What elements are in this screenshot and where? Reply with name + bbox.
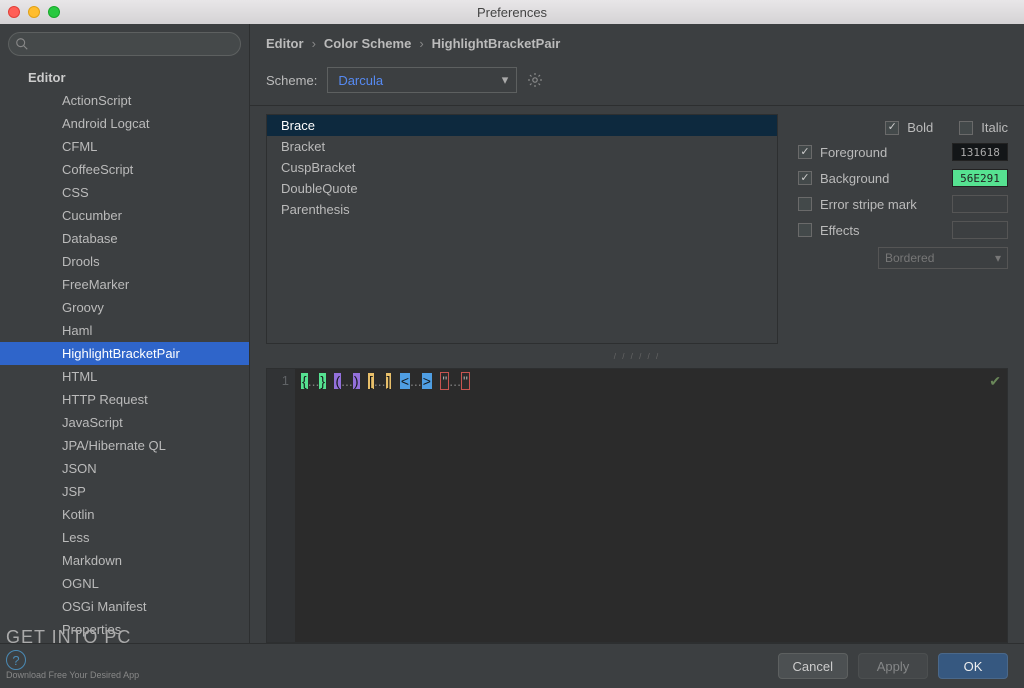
effects-type-select: Bordered ▾ — [878, 247, 1008, 269]
bracket-type-list[interactable]: BraceBracketCuspBracketDoubleQuoteParent… — [266, 114, 778, 344]
gear-icon[interactable] — [527, 72, 543, 88]
tree-item[interactable]: JSON — [0, 457, 249, 480]
breadcrumb: Editor › Color Scheme › HighlightBracket… — [250, 24, 1024, 63]
bracket-list-item[interactable]: CuspBracket — [267, 157, 777, 178]
crumb-color-scheme[interactable]: Color Scheme — [324, 36, 411, 51]
italic-checkbox[interactable] — [959, 121, 973, 135]
ok-button[interactable]: OK — [938, 653, 1008, 679]
tree-root-editor[interactable]: Editor — [0, 66, 249, 89]
tree-item[interactable]: HighlightBracketPair — [0, 342, 249, 365]
tree-item[interactable]: ActionScript — [0, 89, 249, 112]
tree-item[interactable]: Less — [0, 526, 249, 549]
maximize-button[interactable] — [48, 6, 60, 18]
tree-item[interactable]: Properties — [0, 618, 249, 641]
effects-checkbox[interactable] — [798, 223, 812, 237]
tree-item[interactable]: Haml — [0, 319, 249, 342]
sidebar: Editor ActionScriptAndroid LogcatCFMLCof… — [0, 24, 250, 643]
bracket-list-item[interactable]: Parenthesis — [267, 199, 777, 220]
tree-item[interactable]: HTML — [0, 365, 249, 388]
apply-button: Apply — [858, 653, 928, 679]
cancel-button[interactable]: Cancel — [778, 653, 848, 679]
chevron-down-icon: ▾ — [995, 251, 1001, 265]
tree-item[interactable]: Android Logcat — [0, 112, 249, 135]
code-preview: {...} (...) [...] <...> "..." — [295, 369, 1007, 642]
scheme-label: Scheme: — [266, 73, 317, 88]
foreground-color-swatch[interactable]: 131618 — [952, 143, 1008, 161]
text-attributes-panel: Bold Italic Foreground 131618 Background… — [798, 114, 1008, 344]
bold-checkbox[interactable] — [885, 121, 899, 135]
preview-editor[interactable]: 1 {...} (...) [...] <...> "..." ✔ — [266, 368, 1008, 643]
check-icon: ✔ — [989, 373, 1001, 390]
tree-item[interactable]: CFML — [0, 135, 249, 158]
splitter[interactable]: / / / / / / — [266, 352, 1008, 360]
effects-color-swatch[interactable] — [952, 221, 1008, 239]
search-icon — [15, 37, 29, 51]
settings-tree[interactable]: Editor ActionScriptAndroid LogcatCFMLCof… — [0, 64, 249, 643]
tree-item[interactable]: Cucumber — [0, 204, 249, 227]
crumb-editor[interactable]: Editor — [266, 36, 304, 51]
foreground-checkbox[interactable] — [798, 145, 812, 159]
tree-item[interactable]: JPA/Hibernate QL — [0, 434, 249, 457]
background-label: Background — [820, 171, 944, 186]
chevron-right-icon: › — [419, 36, 423, 51]
dialog-footer: Cancel Apply OK — [0, 643, 1024, 688]
tree-item[interactable]: JavaScript — [0, 411, 249, 434]
error-stripe-checkbox[interactable] — [798, 197, 812, 211]
error-stripe-color-swatch[interactable] — [952, 195, 1008, 213]
tree-item[interactable]: OSGi Manifest — [0, 595, 249, 618]
bracket-list-item[interactable]: Brace — [267, 115, 777, 136]
minimize-button[interactable] — [28, 6, 40, 18]
chevron-right-icon: › — [312, 36, 316, 51]
tree-item[interactable]: OGNL — [0, 572, 249, 595]
effects-type-value: Bordered — [885, 251, 934, 265]
italic-label: Italic — [981, 120, 1008, 135]
scheme-select[interactable]: Darcula — [327, 67, 517, 93]
tree-item[interactable]: HTTP Request — [0, 388, 249, 411]
foreground-label: Foreground — [820, 145, 944, 160]
line-number: 1 — [282, 373, 289, 388]
titlebar: Preferences — [0, 0, 1024, 24]
tree-item[interactable]: Drools — [0, 250, 249, 273]
tree-item[interactable]: Markdown — [0, 549, 249, 572]
effects-label: Effects — [820, 223, 944, 238]
crumb-highlightbracketpair[interactable]: HighlightBracketPair — [432, 36, 561, 51]
bold-label: Bold — [907, 120, 933, 135]
window-title: Preferences — [477, 5, 547, 20]
tree-item[interactable]: JSP — [0, 480, 249, 503]
background-color-swatch[interactable]: 56E291 — [952, 169, 1008, 187]
tree-item[interactable]: Database — [0, 227, 249, 250]
traffic-lights — [8, 6, 60, 18]
tree-item[interactable]: Groovy — [0, 296, 249, 319]
tree-item[interactable]: FreeMarker — [0, 273, 249, 296]
bracket-list-item[interactable]: Bracket — [267, 136, 777, 157]
gutter: 1 — [267, 369, 295, 642]
close-button[interactable] — [8, 6, 20, 18]
scheme-value: Darcula — [338, 73, 383, 88]
search-input[interactable] — [8, 32, 241, 56]
tree-item[interactable]: Kotlin — [0, 503, 249, 526]
error-stripe-label: Error stripe mark — [820, 197, 944, 212]
tree-item[interactable]: CSS — [0, 181, 249, 204]
tree-item[interactable]: CoffeeScript — [0, 158, 249, 181]
bracket-list-item[interactable]: DoubleQuote — [267, 178, 777, 199]
background-checkbox[interactable] — [798, 171, 812, 185]
